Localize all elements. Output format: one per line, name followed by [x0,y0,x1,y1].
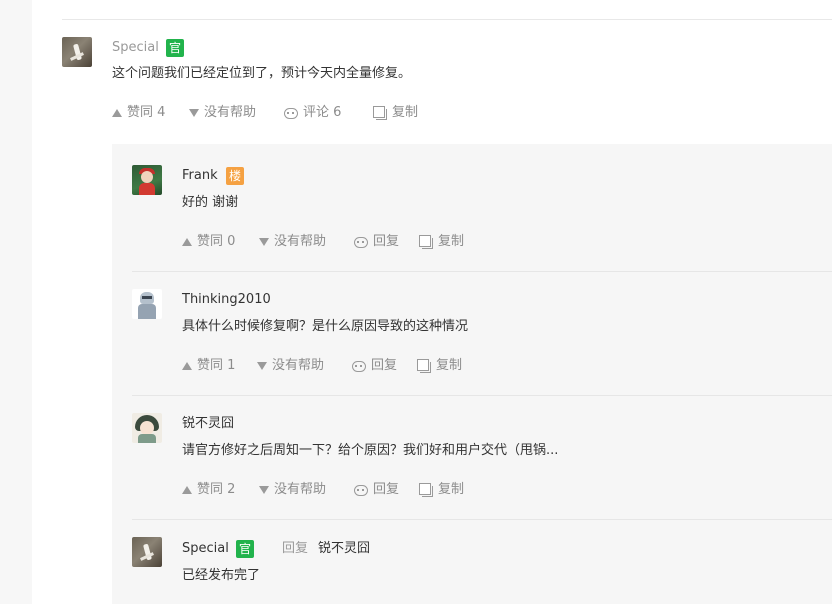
not-helpful-button[interactable]: 没有帮助 [259,480,326,500]
copy-icon [373,106,387,120]
upvote-button[interactable]: 赞同 0 [182,232,235,252]
reply-label: 回复 [371,358,398,373]
copy-label: 复制 [392,105,419,120]
reply-author[interactable]: Frank [182,168,218,184]
comment-bubble-icon [354,236,368,248]
reply-text: 好的 谢谢 [182,195,239,210]
not-helpful-button[interactable]: 没有帮助 [257,356,324,376]
comments-label: 评论 6 [303,105,342,120]
copy-button[interactable]: 复制 [373,103,418,123]
avatar[interactable] [132,165,162,195]
reply-actions: 赞同 0 没有帮助 回复 复制 [182,232,502,252]
reply-button[interactable]: 回复 [354,232,399,252]
reply-text: 已经发布完了 [182,568,261,583]
divider [62,19,832,20]
copy-icon [417,359,431,373]
triangle-down-icon [257,362,267,370]
copy-icon [419,483,433,497]
upvote-button[interactable]: 赞同 4 [112,103,165,123]
divider [132,395,832,396]
triangle-down-icon [259,238,269,246]
reply-text: 请官方修好之后周知一下？给个原因？我们好和用户交代（甩锅... [182,443,559,458]
reply-label: 回复 [373,482,400,497]
reply-author[interactable]: 锐不灵囧 [182,416,234,432]
not-helpful-label: 没有帮助 [274,482,327,497]
triangle-up-icon [182,238,192,246]
comment-text: 这个问题我们已经定位到了，预计今天内全量修复。 [112,66,412,81]
comment-author[interactable]: Special [112,40,159,56]
copy-icon [419,235,433,249]
reply-button[interactable]: 回复 [352,356,397,376]
reply-label: 回复 [373,234,400,249]
copy-label: 复制 [436,358,463,373]
copy-label: 复制 [438,234,465,249]
floor-badge: 楼 [226,167,244,185]
divider [132,271,832,272]
triangle-down-icon [189,109,199,117]
not-helpful-button[interactable]: 没有帮助 [259,232,326,252]
not-helpful-label: 没有帮助 [274,234,327,249]
not-helpful-button[interactable]: 没有帮助 [189,103,256,123]
comment-actions: 赞同 4 没有帮助 评论 6 复制 [112,103,512,123]
reply-author[interactable]: Special [182,541,229,557]
main-content: Special 官 这个问题我们已经定位到了，预计今天内全量修复。 赞同 4 没… [32,0,832,604]
official-badge: 官 [166,39,184,57]
triangle-up-icon [182,362,192,370]
reply-actions: 赞同 2 没有帮助 回复 复制 [182,480,502,500]
triangle-up-icon [112,109,122,117]
comments-button[interactable]: 评论 6 [284,103,341,123]
reply-to-user[interactable]: 锐不灵囧 [318,541,370,556]
upvote-label: 赞同 0 [197,234,236,249]
upvote-label: 赞同 2 [197,482,236,497]
copy-button[interactable]: 复制 [417,356,462,376]
divider [132,519,832,520]
avatar[interactable] [132,413,162,443]
not-helpful-label: 没有帮助 [204,105,257,120]
reply-button[interactable]: 回复 [354,480,399,500]
copy-label: 复制 [438,482,465,497]
copy-button[interactable]: 复制 [419,480,464,500]
upvote-label: 赞同 1 [197,358,236,373]
reply-text: 具体什么时候修复啊？是什么原因导致的这种情况 [182,319,469,334]
avatar[interactable] [132,537,162,567]
upvote-button[interactable]: 赞同 2 [182,480,235,500]
triangle-down-icon [259,486,269,494]
copy-button[interactable]: 复制 [419,232,464,252]
not-helpful-label: 没有帮助 [272,358,325,373]
replies-panel: Frank 楼 好的 谢谢 赞同 0 没有帮助 回复 复制 Thinking20… [112,144,832,604]
official-badge: 官 [236,540,254,558]
comment-bubble-icon [284,107,298,119]
reply-to: 回复 锐不灵囧 [282,541,370,557]
avatar[interactable] [132,289,162,319]
avatar[interactable] [62,37,92,67]
triangle-up-icon [182,486,192,494]
reply-to-label: 回复 [282,541,309,556]
comment-bubble-icon [354,484,368,496]
upvote-label: 赞同 4 [127,105,166,120]
reply-actions: 赞同 1 没有帮助 回复 复制 [182,356,502,376]
comment-bubble-icon [352,360,366,372]
reply-author[interactable]: Thinking2010 [182,292,271,308]
upvote-button[interactable]: 赞同 1 [182,356,235,376]
